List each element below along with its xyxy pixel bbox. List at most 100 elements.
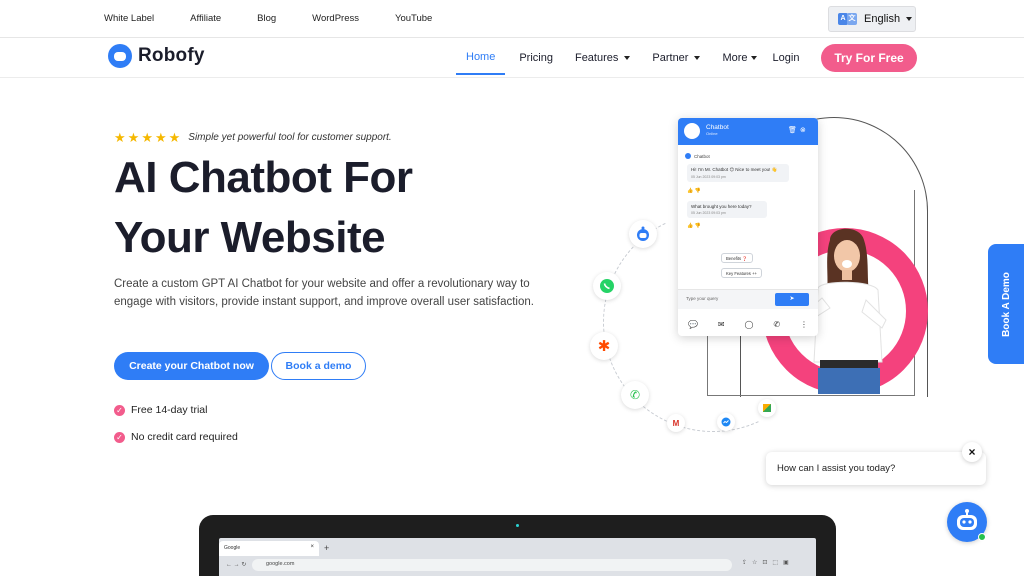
rating: ★ ★ ★ ★ ★ Simple yet powerful tool for c… (114, 131, 392, 144)
robot-icon (637, 226, 649, 241)
star-icon: ★ (168, 130, 181, 145)
chat-preview-input: Type your query (686, 296, 719, 301)
nav-item-home[interactable]: Home (456, 41, 506, 75)
close-circle-icon: ⊗ (800, 127, 806, 134)
top-links: White Label Affiliate Blog WordPress You… (104, 13, 468, 24)
whatsapp-outline-icon: ◯ (744, 319, 754, 329)
star-icon: ★ (127, 130, 140, 145)
nav-item-label: Partner (652, 52, 689, 64)
widget-icon (758, 399, 776, 417)
check-item-trial: ✓ Free 14-day trial (114, 404, 207, 416)
bubble-text: Hi! I'm Mr. Chatbot 😊 Nice to meet you! … (691, 167, 778, 172)
bot-label: Chatbot (694, 153, 710, 159)
bot-label-row: Chatbot (685, 153, 710, 159)
quick-reply-chip: Key Features ++ (721, 268, 762, 278)
assist-popup[interactable]: How can I assist you today? (766, 452, 986, 485)
brand-logo[interactable]: Robofy (108, 44, 205, 68)
feedback-icons: 👍 👎 (687, 188, 701, 194)
top-link-wordpress[interactable]: WordPress (312, 13, 359, 24)
hero-title-line2: Your Website (114, 213, 386, 262)
check-label: Free 14-day trial (131, 404, 208, 416)
browser-tab-title: Google (224, 545, 241, 551)
nav-item-label: Login (772, 52, 800, 64)
check-icon: ✓ (114, 404, 125, 416)
browser-nav-icons: ← → ↻ (226, 562, 247, 568)
language-label: English (864, 13, 901, 25)
messenger-icon (717, 413, 735, 431)
online-status-dot (978, 533, 986, 541)
bubble-time: 05 Jun 2023 09:03 pm (691, 211, 726, 215)
chevron-down-icon (906, 17, 913, 21)
hero-description: Create a custom GPT AI Chatbot for your … (114, 278, 534, 308)
chat-preview-channel-bar: 💬 ✉ ◯ ✆ ⋮ (678, 312, 818, 336)
browser-url-bar: google.com (252, 559, 732, 571)
feedback-icons: 👍 👎 (687, 223, 701, 229)
chat-bubble-icon: 💬 (687, 319, 698, 329)
new-tab-icon: + (324, 543, 330, 553)
browser-toolbar-icons: ⇪☆⊡⬚▣ (742, 560, 794, 566)
nav-item-login[interactable]: Login (773, 38, 800, 78)
bot-mini-avatar (685, 153, 691, 159)
chat-preview-window: Chatbot Online 🗑 ⊗ Chatbot Hi! I'm Mr. C… (678, 118, 818, 336)
more-vertical-icon: ⋮ (799, 319, 808, 329)
nav-items: Home Pricing Features Partner More Login (456, 38, 821, 78)
assist-message: How can I assist you today? (777, 463, 896, 474)
chat-bubble: What brought you here today? 05 Jun 2023… (687, 201, 767, 218)
translate-icon: A文 (838, 13, 858, 25)
nav-item-pricing[interactable]: Pricing (519, 38, 553, 78)
nav-item-label: Pricing (519, 52, 553, 64)
browser-tab: Google × (219, 541, 319, 556)
chevron-down-icon (694, 56, 701, 60)
chat-preview-input-row: Type your query ➤ (678, 289, 818, 309)
gmail-icon: M (667, 414, 685, 432)
chat-bubble: Hi! I'm Mr. Chatbot 😊 Nice to meet you! … (687, 164, 789, 182)
top-link-blog[interactable]: Blog (257, 13, 276, 24)
brand-name: Robofy (138, 45, 205, 66)
nav-item-label: Home (466, 51, 496, 63)
book-a-demo-tab[interactable]: Book A Demo (988, 244, 1024, 364)
laptop-camera (516, 524, 519, 527)
trash-icon: 🗑 (788, 127, 797, 134)
try-for-free-button[interactable]: Try For Free (821, 44, 917, 72)
chevron-down-icon (624, 56, 631, 60)
book-a-demo-label: Book A Demo (1000, 271, 1012, 337)
phone-outline-icon: ✆ (773, 319, 781, 329)
star-icon: ★ (141, 130, 153, 145)
star-icon: ★ (114, 130, 126, 145)
chat-preview-header: Chatbot Online 🗑 ⊗ (678, 118, 818, 145)
book-demo-button[interactable]: Book a demo (271, 352, 366, 380)
top-link-affiliate[interactable]: Affiliate (190, 13, 221, 24)
email-icon: ✉ (717, 319, 725, 329)
chatbot-avatar (684, 123, 700, 139)
language-selector[interactable]: A文 English (828, 6, 916, 32)
browser-url: google.com (266, 561, 295, 567)
nav-item-partner[interactable]: Partner (652, 38, 701, 78)
top-link-white-label[interactable]: White Label (104, 13, 154, 24)
bubble-text: What brought you here today? (691, 204, 752, 209)
nav-item-label: Features (574, 52, 619, 64)
bubble-time: 05 Jun 2023 09:03 pm (691, 175, 726, 179)
check-item-no-card: ✓ No credit card required (114, 431, 238, 443)
whatsapp-icon (593, 272, 621, 300)
top-link-youtube[interactable]: YouTube (395, 13, 432, 24)
main-nav: Robofy Home Pricing Features Partner Mor… (0, 38, 1024, 78)
robot-channel-icon (629, 220, 657, 248)
phone-icon: ✆ (621, 381, 649, 409)
chevron-down-icon (750, 56, 757, 60)
zapier-icon: ✱ (590, 332, 618, 360)
star-icon: ★ (154, 130, 167, 145)
nav-item-features[interactable]: Features (574, 38, 631, 78)
quick-reply-chip: Benefits ❓ (721, 253, 753, 263)
nav-item-more[interactable]: More (722, 38, 757, 78)
hero-tagline: Simple yet powerful tool for customer su… (188, 132, 392, 143)
robot-logo-icon (108, 44, 132, 68)
nav-item-label: More (722, 52, 748, 64)
create-chatbot-button[interactable]: Create your Chatbot now (114, 352, 269, 380)
send-icon: ➤ (775, 293, 809, 306)
top-bar: White Label Affiliate Blog WordPress You… (0, 0, 1024, 38)
hero-title: AI Chatbot For Your Website (114, 148, 534, 268)
check-icon: ✓ (114, 431, 125, 443)
hero-title-line1: AI Chatbot For (114, 153, 413, 202)
close-icon[interactable]: × (962, 442, 982, 462)
check-label: No credit card required (131, 431, 238, 443)
